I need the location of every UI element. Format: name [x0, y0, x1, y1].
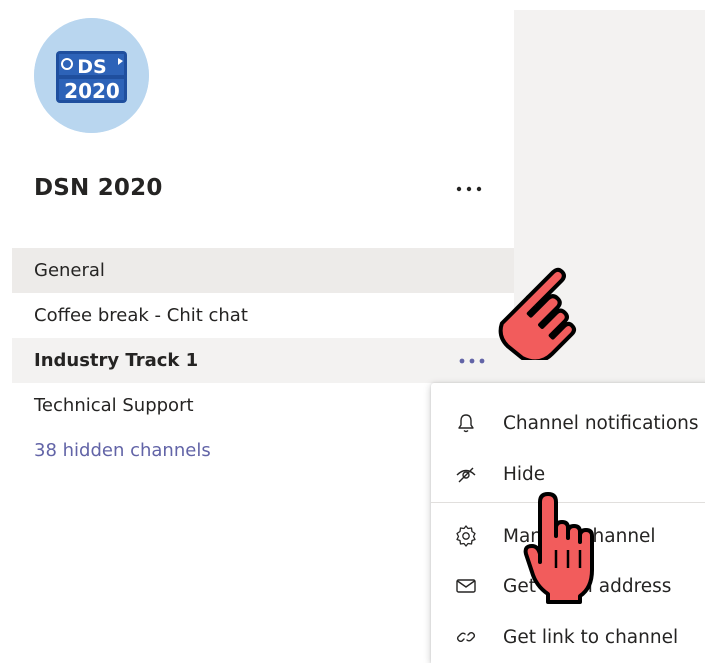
team-more-options-button[interactable]	[452, 174, 486, 204]
team-avatar[interactable]: DS 2020	[34, 18, 149, 133]
svg-text:DS: DS	[77, 56, 106, 78]
menu-item-get-email-address[interactable]: Get email address	[431, 561, 705, 611]
channel-label: Coffee break - Chit chat	[34, 305, 248, 326]
eye-off-icon	[456, 467, 476, 483]
team-name[interactable]: DSN 2020	[34, 175, 163, 201]
channel-item-industry-track-1[interactable]: Industry Track 1	[12, 338, 520, 383]
menu-item-channel-notifications[interactable]: Channel notifications	[431, 398, 705, 448]
link-icon	[457, 632, 475, 642]
team-logo: DS 2020	[34, 18, 149, 133]
channel-label: Industry Track 1	[34, 350, 199, 371]
menu-divider	[431, 502, 705, 503]
menu-item-hide[interactable]: Hide	[431, 449, 705, 499]
more-dots-icon	[456, 186, 482, 192]
envelope-icon	[456, 579, 476, 593]
menu-item-label: Manage channel	[503, 525, 656, 547]
channel-context-menu: Channel notifications Hide Manage channe…	[431, 383, 705, 663]
hidden-channels-label: 38 hidden channels	[34, 440, 211, 461]
channel-label: General	[34, 260, 105, 281]
menu-item-get-link-to-channel[interactable]: Get link to channel	[431, 612, 705, 662]
menu-item-label: Get link to channel	[503, 626, 679, 648]
svg-text:2020: 2020	[64, 79, 120, 103]
menu-item-label: Hide	[503, 463, 546, 485]
more-dots-icon	[459, 358, 485, 364]
menu-item-label: Channel notifications	[503, 412, 699, 434]
menu-item-manage-channel[interactable]: Manage channel	[431, 511, 705, 561]
menu-item-label: Get email address	[503, 575, 672, 597]
channel-more-options-button[interactable]	[452, 346, 492, 376]
channel-item-general[interactable]: General	[12, 248, 514, 293]
bell-icon	[458, 414, 474, 433]
gear-icon	[456, 525, 476, 547]
channel-label: Technical Support	[34, 395, 194, 416]
channel-item-coffee-break[interactable]: Coffee break - Chit chat	[12, 293, 514, 338]
